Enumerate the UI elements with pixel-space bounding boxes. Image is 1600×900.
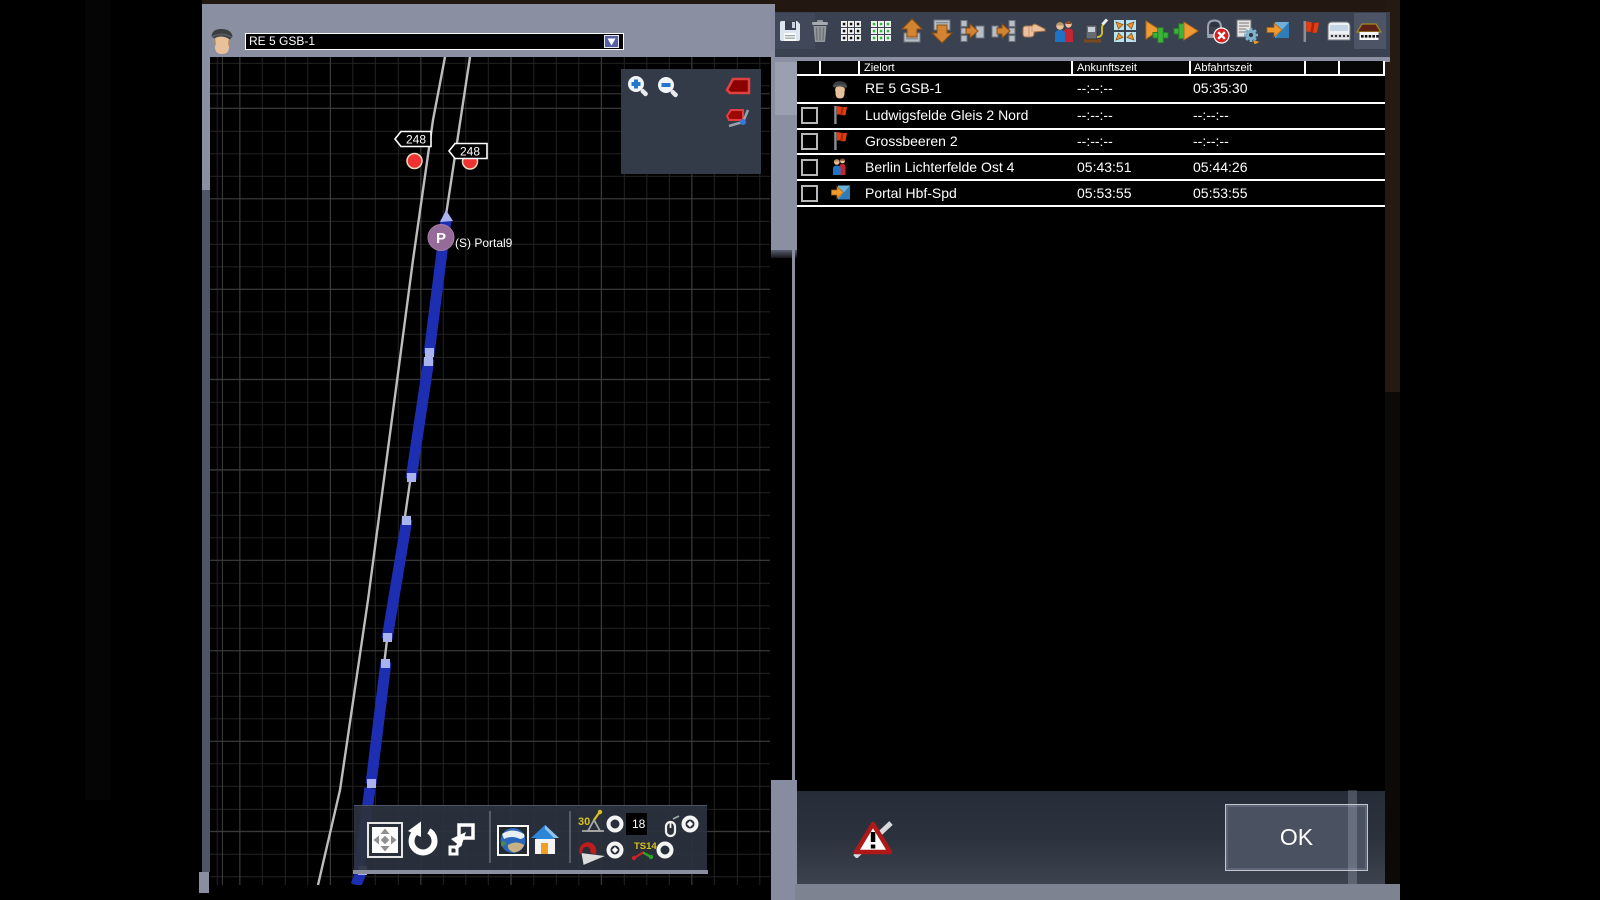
svg-text:P: P bbox=[436, 230, 446, 247]
svg-text:248: 248 bbox=[406, 133, 426, 147]
svg-text:30: 30 bbox=[578, 816, 590, 828]
svg-text:TS14: TS14 bbox=[634, 841, 657, 852]
svg-text:18: 18 bbox=[632, 817, 646, 831]
svg-text:(S) Portal9: (S) Portal9 bbox=[455, 236, 513, 250]
svg-text:248: 248 bbox=[460, 145, 480, 159]
